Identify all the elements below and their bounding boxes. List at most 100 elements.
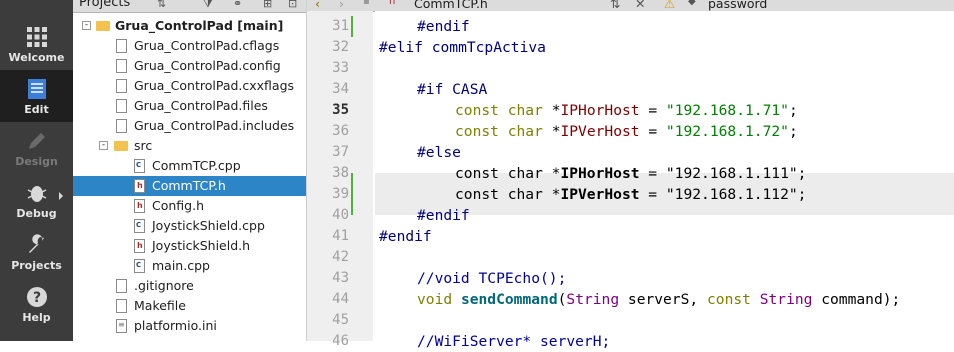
mode-debug[interactable]: Debug <box>0 174 73 226</box>
tree-item[interactable]: JoystickShield.cpp <box>73 216 306 236</box>
collapse-icon[interactable]: - <box>99 141 108 150</box>
code-line: #endif <box>379 228 432 245</box>
line-number: 31 <box>332 18 349 34</box>
open-file-name[interactable]: CommTCP.h <box>414 0 488 11</box>
tree-item-selected[interactable]: CommTCP.h <box>73 176 306 196</box>
close-icon[interactable]: ⊡ <box>288 0 297 10</box>
mode-label: Design <box>15 155 58 168</box>
project-panel-header: Projects ⇅ ⧩ ⚭ ⊞ ⊡ <box>73 0 306 13</box>
code-line: const char *IPVerHost = "192.168.1.112"; <box>455 186 807 203</box>
tree-folder-src[interactable]: - src <box>73 136 306 156</box>
line-number: 34 <box>332 81 349 97</box>
help-icon: ? <box>26 286 48 308</box>
mode-label: Edit <box>24 103 49 116</box>
code-line: #elif commTcpActiva <box>379 39 546 56</box>
line-number: 40 <box>332 207 349 223</box>
file-icon <box>116 59 127 73</box>
header-file-icon <box>134 239 145 253</box>
code-line: #endif <box>417 18 470 35</box>
line-number: 45 <box>332 312 349 328</box>
mode-design: Design <box>0 122 73 174</box>
pencil-icon <box>26 130 48 152</box>
cpp-file-icon <box>134 259 145 273</box>
symbol-icon: ◆ <box>688 0 696 7</box>
line-number: 39 <box>332 186 349 202</box>
line-number: 44 <box>332 291 349 307</box>
lock-icon: ▪ <box>363 0 370 7</box>
tree-item[interactable]: Grua_ControlPad.cxxflags <box>73 76 306 96</box>
mode-help[interactable]: ? Help <box>0 278 73 330</box>
change-marker <box>351 173 353 215</box>
wrench-icon <box>26 234 48 256</box>
close-icon[interactable]: ✕ <box>635 0 645 11</box>
code-line: #endif <box>417 207 470 224</box>
split-icon[interactable]: ⊞ <box>263 0 272 10</box>
file-icon <box>116 299 127 313</box>
document-icon <box>26 78 48 100</box>
line-number: 43 <box>332 270 349 286</box>
code-line: void sendCommand(String serverS, const S… <box>417 291 901 308</box>
code-line: //WiFiServer* serverH; <box>417 333 611 350</box>
file-icon <box>116 119 127 133</box>
file-icon <box>116 99 127 113</box>
code-text-area[interactable]: #endif #elif commTcpActiva #if CASA cons… <box>375 11 954 350</box>
folder-icon <box>96 21 110 31</box>
current-line-number: 35 <box>332 102 349 118</box>
line-number: 36 <box>332 123 349 139</box>
line-number: 38 <box>332 165 349 181</box>
dropdown-icon[interactable]: ⇅ <box>157 0 166 10</box>
tree-item[interactable]: platformio.ini <box>73 316 306 336</box>
line-number: 42 <box>332 249 349 265</box>
line-number: 32 <box>332 39 349 55</box>
chevron-right-icon <box>59 192 63 200</box>
link-icon[interactable]: ⚭ <box>233 0 242 10</box>
mode-label: Welcome <box>8 51 65 64</box>
project-tree-panel: Projects ⇅ ⧩ ⚭ ⊞ ⊡ - Grua_ControlPad [ma… <box>73 0 307 341</box>
tree-item[interactable]: CommTCP.cpp <box>73 156 306 176</box>
line-number: 37 <box>332 144 349 160</box>
filter-icon[interactable]: ⧩ <box>203 0 213 11</box>
svg-text:?: ? <box>32 290 40 306</box>
ini-file-icon <box>116 319 127 333</box>
panel-title[interactable]: Projects <box>79 0 130 10</box>
tree-item[interactable]: Grua_ControlPad.cflags <box>73 36 306 56</box>
line-number: 41 <box>332 228 349 244</box>
mode-projects[interactable]: Projects <box>0 226 73 278</box>
tree-item[interactable]: Grua_ControlPad.files <box>73 96 306 116</box>
warning-icon: ⚠ <box>664 0 676 11</box>
file-icon <box>116 279 127 293</box>
tree-item[interactable]: main.cpp <box>73 256 306 276</box>
tree-item[interactable]: Grua_ControlPad.config <box>73 56 306 76</box>
collapse-icon[interactable]: - <box>82 21 91 30</box>
change-marker <box>351 16 353 37</box>
mode-edit[interactable]: Edit <box>0 70 73 122</box>
header-file-icon <box>134 199 145 213</box>
header-file-icon <box>134 179 145 193</box>
tree-item[interactable]: JoystickShield.h <box>73 236 306 256</box>
code-editor: ‹ › ▪ h CommTCP.h ⇅ ✕ ⚠ ◆ password 31 32… <box>307 0 954 350</box>
line-number-gutter: 31 32 33 34 35 36 37 38 39 40 41 42 43 4… <box>307 11 373 349</box>
code-line: //void TCPEcho(); <box>417 270 567 287</box>
mode-label: Projects <box>11 259 62 272</box>
file-icon <box>116 79 127 93</box>
line-number: 33 <box>332 60 349 76</box>
file-dropdown-icon[interactable]: ⇅ <box>610 0 620 11</box>
mode-welcome[interactable]: Welcome <box>0 18 73 70</box>
forward-icon[interactable]: › <box>339 0 344 11</box>
tree-item[interactable]: Grua_ControlPad.includes <box>73 116 306 136</box>
tree-item[interactable]: .gitignore <box>73 276 306 296</box>
code-line: const char *IPVerHost = "192.168.1.72"; <box>455 123 798 140</box>
bug-icon <box>26 182 48 204</box>
code-line: const char *IPHorHost = "192.168.1.111"; <box>455 165 807 182</box>
mode-label: Help <box>22 311 51 324</box>
code-line: #if CASA <box>417 81 488 98</box>
code-line: const char *IPHorHost = "192.168.1.71"; <box>455 102 798 119</box>
folder-icon <box>114 141 128 151</box>
mode-bar: Welcome Edit Design Debug Projects ? Hel… <box>0 0 73 341</box>
current-symbol[interactable]: password <box>708 0 767 11</box>
tree-root-project[interactable]: - Grua_ControlPad [main] <box>73 16 306 36</box>
back-icon[interactable]: ‹ <box>315 0 320 11</box>
tree-item[interactable]: Config.h <box>73 196 306 216</box>
cpp-file-icon <box>134 219 145 233</box>
tree-item[interactable]: Makefile <box>73 296 306 316</box>
